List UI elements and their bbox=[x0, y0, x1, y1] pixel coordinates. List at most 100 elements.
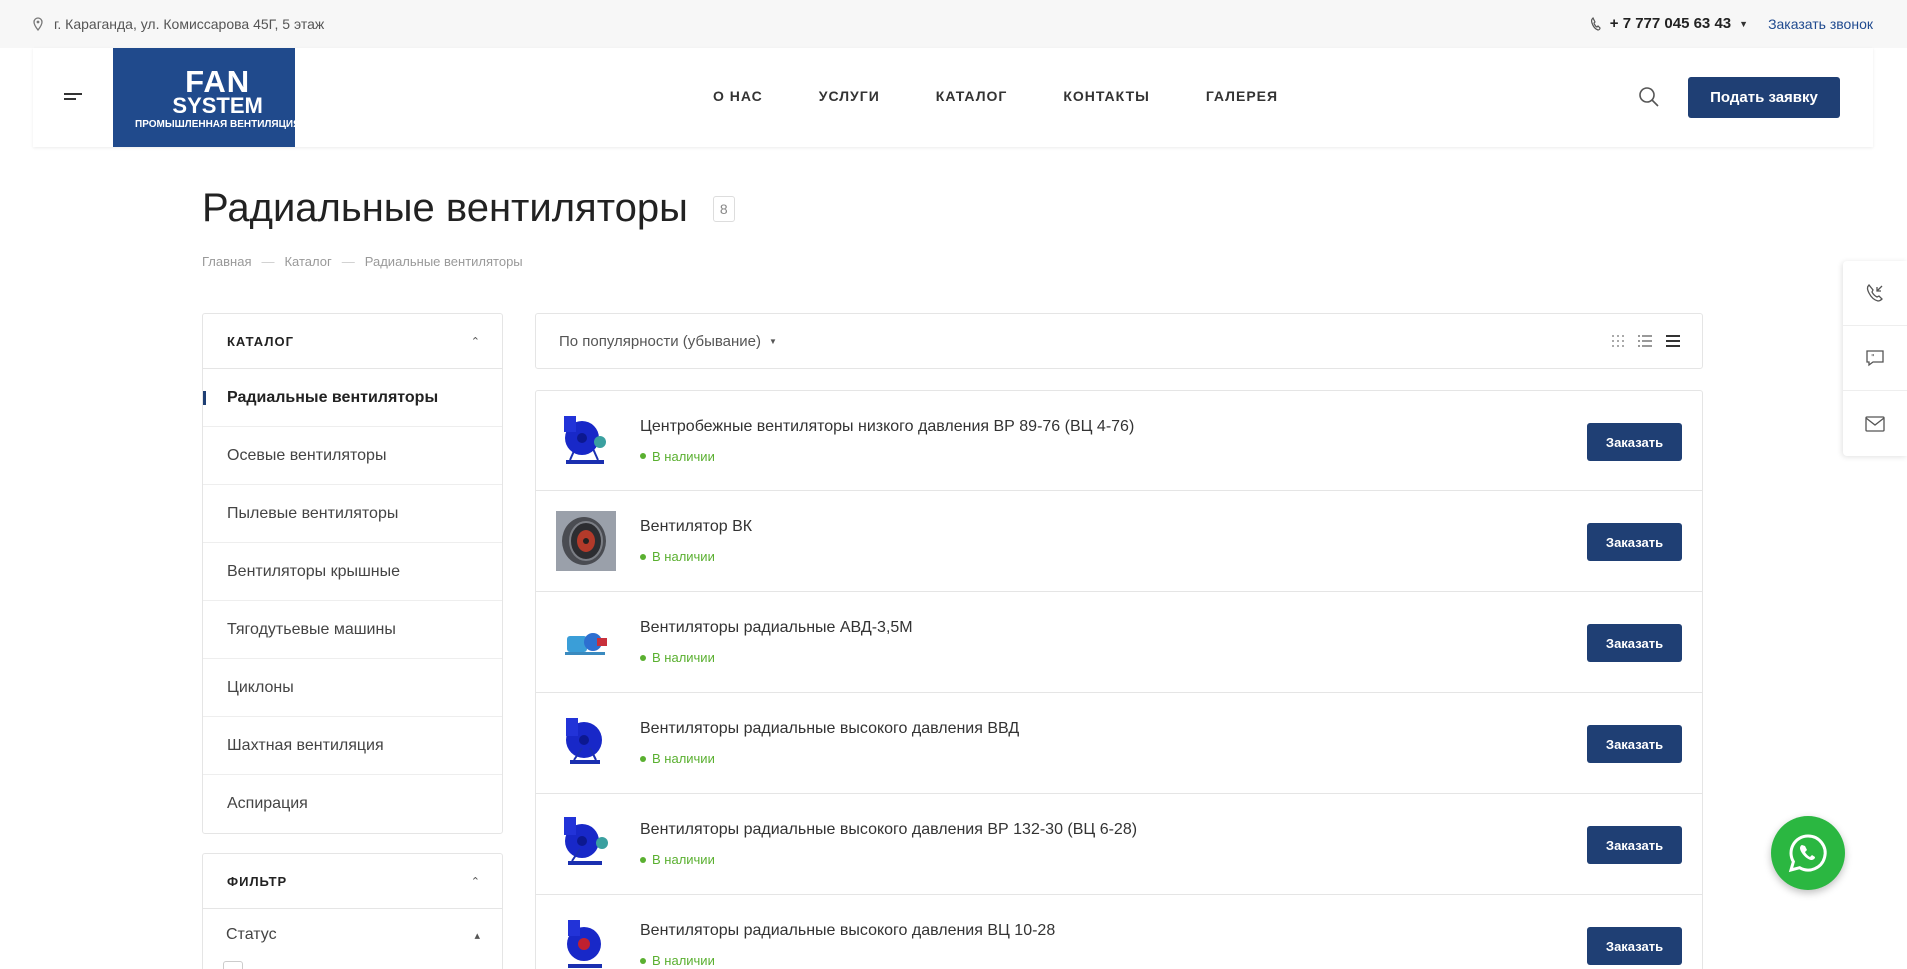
blue-fan-image-icon bbox=[564, 415, 606, 464]
catalog-sidebar: КАТАЛОГ ⌃ Радиальные вентиляторы Осевые … bbox=[202, 313, 503, 834]
email-float-button[interactable] bbox=[1843, 391, 1907, 456]
sort-bar: По популярности (убывание) ▼ bbox=[535, 313, 1703, 369]
whatsapp-button[interactable] bbox=[1771, 816, 1845, 890]
nav-catalog[interactable]: КАТАЛОГ bbox=[936, 88, 1008, 104]
stock-label: В наличии bbox=[652, 953, 715, 968]
callback-link[interactable]: Заказать звонок bbox=[1768, 16, 1873, 32]
nav-services[interactable]: УСЛУГИ bbox=[819, 88, 880, 104]
stock-status: В наличии bbox=[640, 852, 1137, 867]
blue-fan-image-icon bbox=[564, 817, 608, 865]
logo[interactable]: FAN SYSTEM ПРОМЫШЛЕННАЯ ВЕНТИЛЯЦИЯ bbox=[113, 48, 300, 147]
product-thumbnail[interactable] bbox=[556, 713, 616, 773]
logo-line3: ПРОМЫШЛЕННАЯ ВЕНТИЛЯЦИЯ bbox=[135, 118, 301, 130]
review-float-button[interactable]: " bbox=[1843, 326, 1907, 391]
address: г. Караганда, ул. Комиссарова 45Г, 5 эта… bbox=[32, 16, 324, 32]
order-button[interactable]: Заказать bbox=[1587, 927, 1682, 965]
stock-label: В наличии bbox=[652, 852, 715, 867]
product-name[interactable]: Вентиляторы радиальные высокого давления… bbox=[640, 720, 1019, 738]
product-row[interactable]: Вентиляторы радиальные высокого давления… bbox=[535, 693, 1703, 794]
order-button[interactable]: Заказать bbox=[1587, 624, 1682, 662]
sidebar-item-mine[interactable]: Шахтная вентиляция bbox=[203, 717, 502, 775]
sidebar-item-aspiration[interactable]: Аспирация bbox=[203, 775, 502, 833]
list-view-icon[interactable] bbox=[1638, 335, 1652, 347]
sidebar-item-cyclones[interactable]: Циклоны bbox=[203, 659, 502, 717]
floating-contact-panel: " bbox=[1843, 261, 1907, 456]
callback-float-button[interactable] bbox=[1843, 261, 1907, 326]
catalog-sidebar-header[interactable]: КАТАЛОГ ⌃ bbox=[203, 314, 502, 369]
breadcrumb-separator: — bbox=[341, 254, 355, 269]
stock-label: В наличии bbox=[652, 448, 715, 464]
order-button[interactable]: Заказать bbox=[1587, 725, 1682, 763]
chevron-up-icon[interactable]: ⌃ bbox=[471, 875, 480, 888]
logo-line2: SYSTEM bbox=[172, 92, 263, 118]
whatsapp-icon bbox=[1788, 834, 1827, 873]
blue-fan-image-icon bbox=[567, 920, 602, 968]
nav-gallery[interactable]: ГАЛЕРЕЯ bbox=[1206, 88, 1278, 104]
product-name[interactable]: Вентилятор ВК bbox=[640, 518, 752, 536]
table-view-icon[interactable] bbox=[1666, 335, 1680, 347]
caret-up-icon[interactable]: ▴ bbox=[474, 929, 480, 942]
stock-status: В наличии bbox=[640, 953, 1055, 968]
breadcrumb-catalog[interactable]: Каталог bbox=[284, 254, 331, 269]
duct-fan-image-icon bbox=[556, 511, 616, 571]
product-name[interactable]: Вентиляторы радиальные АВД-3,5М bbox=[640, 619, 913, 637]
blue-fan-image-icon bbox=[566, 718, 602, 764]
product-row[interactable]: Вентиляторы радиальные высокого давления… bbox=[535, 895, 1703, 969]
product-row[interactable]: Вентиляторы радиальные высокого давления… bbox=[535, 794, 1703, 895]
product-name[interactable]: Центробежные вентиляторы низкого давлени… bbox=[640, 418, 1134, 436]
view-switcher bbox=[1612, 335, 1680, 347]
stock-label: В наличии bbox=[652, 549, 715, 564]
filter-panel: ФИЛЬТР ⌃ Статус ▴ bbox=[202, 853, 503, 969]
product-list: Центробежные вентиляторы низкого давлени… bbox=[535, 390, 1703, 969]
sidebar-item-draft[interactable]: Тягодутьевые машины bbox=[203, 601, 502, 659]
product-thumbnail[interactable] bbox=[556, 814, 616, 874]
order-button[interactable]: Заказать bbox=[1587, 523, 1682, 561]
sidebar-item-roof[interactable]: Вентиляторы крышные bbox=[203, 543, 502, 601]
nav-contacts[interactable]: КОНТАКТЫ bbox=[1063, 88, 1149, 104]
phone-callback-icon bbox=[1866, 284, 1883, 302]
phone-icon bbox=[1590, 16, 1601, 31]
chevron-down-icon[interactable]: ▼ bbox=[1739, 19, 1748, 29]
breadcrumb-home[interactable]: Главная bbox=[202, 254, 251, 269]
order-button[interactable]: Заказать bbox=[1587, 826, 1682, 864]
svg-text:": " bbox=[1871, 353, 1875, 362]
product-thumbnail[interactable] bbox=[556, 915, 616, 969]
product-row[interactable]: Вентилятор ВК В наличии Заказать bbox=[535, 491, 1703, 592]
product-name[interactable]: Вентиляторы радиальные высокого давления… bbox=[640, 821, 1137, 839]
breadcrumb-separator: — bbox=[261, 254, 275, 269]
search-icon[interactable] bbox=[1637, 85, 1661, 109]
filter-status-label: Статус bbox=[226, 926, 277, 943]
small-fan-image-icon bbox=[565, 633, 607, 655]
apply-button[interactable]: Подать заявку bbox=[1688, 77, 1840, 118]
product-thumbnail[interactable] bbox=[556, 612, 616, 672]
breadcrumb-current: Радиальные вентиляторы bbox=[364, 254, 523, 269]
mail-icon bbox=[1865, 415, 1885, 432]
header: FAN SYSTEM ПРОМЫШЛЕННАЯ ВЕНТИЛЯЦИЯ О НАС… bbox=[33, 48, 1873, 147]
filter-header[interactable]: ФИЛЬТР ⌃ bbox=[203, 854, 502, 909]
sidebar-item-dust[interactable]: Пылевые вентиляторы bbox=[203, 485, 502, 543]
sort-select[interactable]: По популярности (убывание) ▼ bbox=[559, 333, 777, 350]
nav-about[interactable]: О НАС bbox=[713, 88, 763, 104]
top-bar: г. Караганда, ул. Комиссарова 45Г, 5 эта… bbox=[0, 0, 1907, 48]
product-row[interactable]: Вентиляторы радиальные АВД-3,5М В наличи… bbox=[535, 592, 1703, 693]
stock-label: В наличии bbox=[652, 650, 715, 665]
sidebar-item-radial[interactable]: Радиальные вентиляторы bbox=[203, 369, 502, 427]
product-row[interactable]: Центробежные вентиляторы низкого давлени… bbox=[535, 390, 1703, 491]
stock-label: В наличии bbox=[652, 751, 715, 766]
sidebar-item-axial[interactable]: Осевые вентиляторы bbox=[203, 427, 502, 485]
menu-icon[interactable] bbox=[64, 93, 82, 105]
main-nav: О НАС УСЛУГИ КАТАЛОГ КОНТАКТЫ ГАЛЕРЕЯ bbox=[713, 88, 1278, 104]
chevron-up-icon[interactable]: ⌃ bbox=[471, 335, 480, 348]
location-pin-icon bbox=[33, 17, 43, 31]
chat-quote-icon: " bbox=[1866, 350, 1884, 367]
product-thumbnail[interactable] bbox=[556, 511, 616, 571]
phone-number[interactable]: + 7 777 045 63 43 bbox=[1610, 15, 1731, 32]
filter-checkbox[interactable] bbox=[223, 961, 243, 969]
product-name[interactable]: Вентиляторы радиальные высокого давления… bbox=[640, 922, 1055, 940]
stock-status: В наличии bbox=[640, 650, 913, 665]
product-thumbnail[interactable] bbox=[556, 411, 616, 471]
filter-status-row[interactable]: Статус ▴ bbox=[203, 909, 502, 961]
item-count-badge: 8 bbox=[712, 195, 735, 222]
grid-view-icon[interactable] bbox=[1612, 335, 1624, 347]
order-button[interactable]: Заказать bbox=[1587, 423, 1682, 461]
